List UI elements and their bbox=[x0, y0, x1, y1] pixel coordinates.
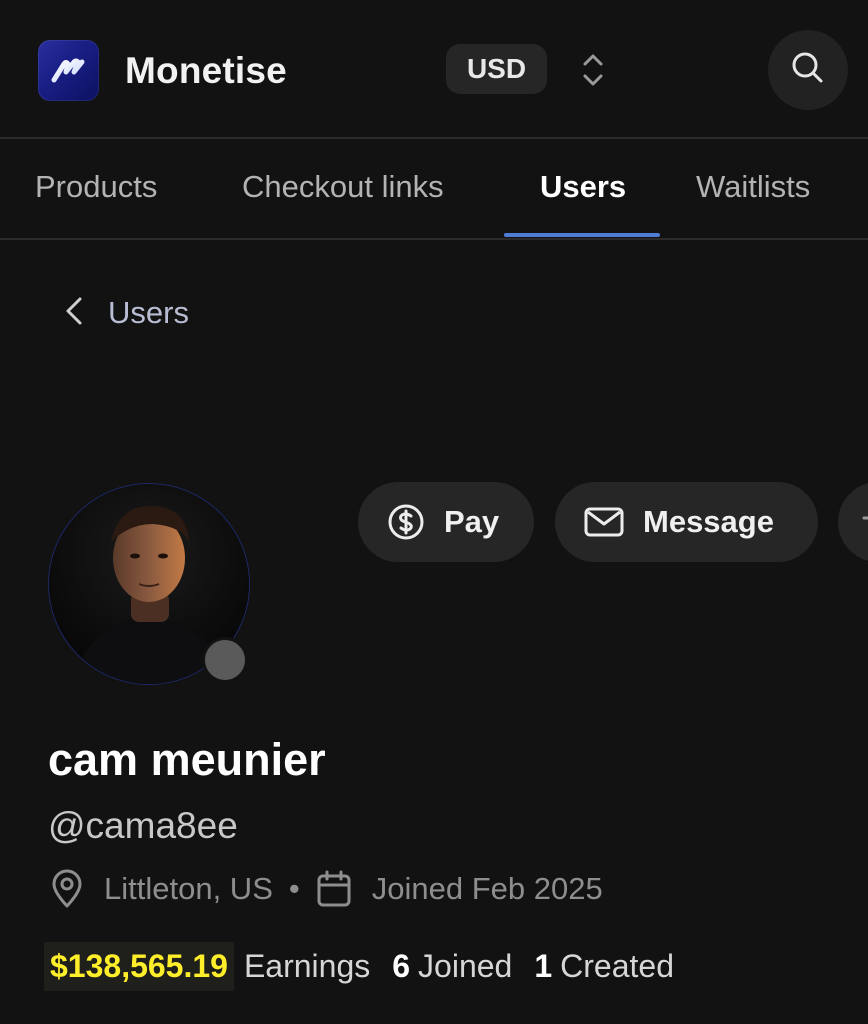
created-label[interactable]: Created bbox=[560, 948, 674, 985]
tab-users[interactable]: Users bbox=[540, 169, 626, 205]
pay-button[interactable]: Pay bbox=[358, 482, 534, 562]
joined-count[interactable]: 6 bbox=[392, 948, 410, 985]
earnings-label: Earnings bbox=[243, 947, 371, 984]
back-to-users-link[interactable]: Users bbox=[60, 288, 189, 338]
user-joined-date: Joined Feb 2025 bbox=[371, 871, 603, 906]
earnings-value: $138,565.19 bbox=[44, 941, 234, 991]
tab-checkout-links[interactable]: Checkout links bbox=[242, 169, 444, 205]
avatar-container bbox=[48, 483, 250, 685]
breadcrumb-label: Users bbox=[108, 295, 189, 330]
location-pin-icon bbox=[50, 869, 84, 909]
message-label: Message bbox=[643, 504, 774, 539]
monetise-logo-icon[interactable] bbox=[38, 40, 99, 101]
plus-icon bbox=[860, 503, 868, 541]
created-count[interactable]: 1 bbox=[534, 948, 552, 985]
more-actions-button[interactable] bbox=[838, 482, 868, 562]
tab-products[interactable]: Products bbox=[35, 169, 157, 205]
user-handle: @cama8ee bbox=[48, 805, 238, 846]
tab-waitlists[interactable]: Waitlists bbox=[696, 169, 810, 205]
search-button[interactable] bbox=[768, 30, 848, 110]
active-tab-indicator bbox=[504, 233, 660, 237]
joined-label[interactable]: Joined bbox=[418, 948, 512, 985]
currency-selector[interactable]: USD bbox=[446, 44, 547, 94]
calendar-icon bbox=[316, 870, 352, 908]
app-title: Monetise bbox=[125, 50, 287, 91]
user-stats: $138,565.19 Earnings 6 Joined 1 Created bbox=[44, 938, 674, 994]
mail-icon bbox=[583, 504, 625, 540]
user-location: Littleton, US bbox=[104, 871, 273, 906]
user-name: cam meunier bbox=[48, 734, 326, 785]
status-indicator bbox=[202, 637, 248, 683]
meta-separator: • bbox=[288, 871, 300, 906]
chevron-up-down-icon[interactable] bbox=[578, 50, 608, 90]
app-page: Monetise USD Products Checkout links Use… bbox=[0, 0, 868, 1024]
app-header: Monetise USD bbox=[0, 0, 868, 137]
pay-label: Pay bbox=[444, 504, 500, 539]
search-icon bbox=[788, 48, 828, 93]
chevron-left-icon bbox=[60, 293, 88, 334]
user-meta: Littleton, US • Joined Feb 2025 bbox=[50, 866, 603, 912]
tabs-divider bbox=[0, 238, 868, 240]
dollar-circle-icon bbox=[386, 502, 426, 542]
nav-tabs: Products Checkout links Users Waitlists bbox=[0, 139, 868, 239]
message-button[interactable]: Message bbox=[555, 482, 818, 562]
